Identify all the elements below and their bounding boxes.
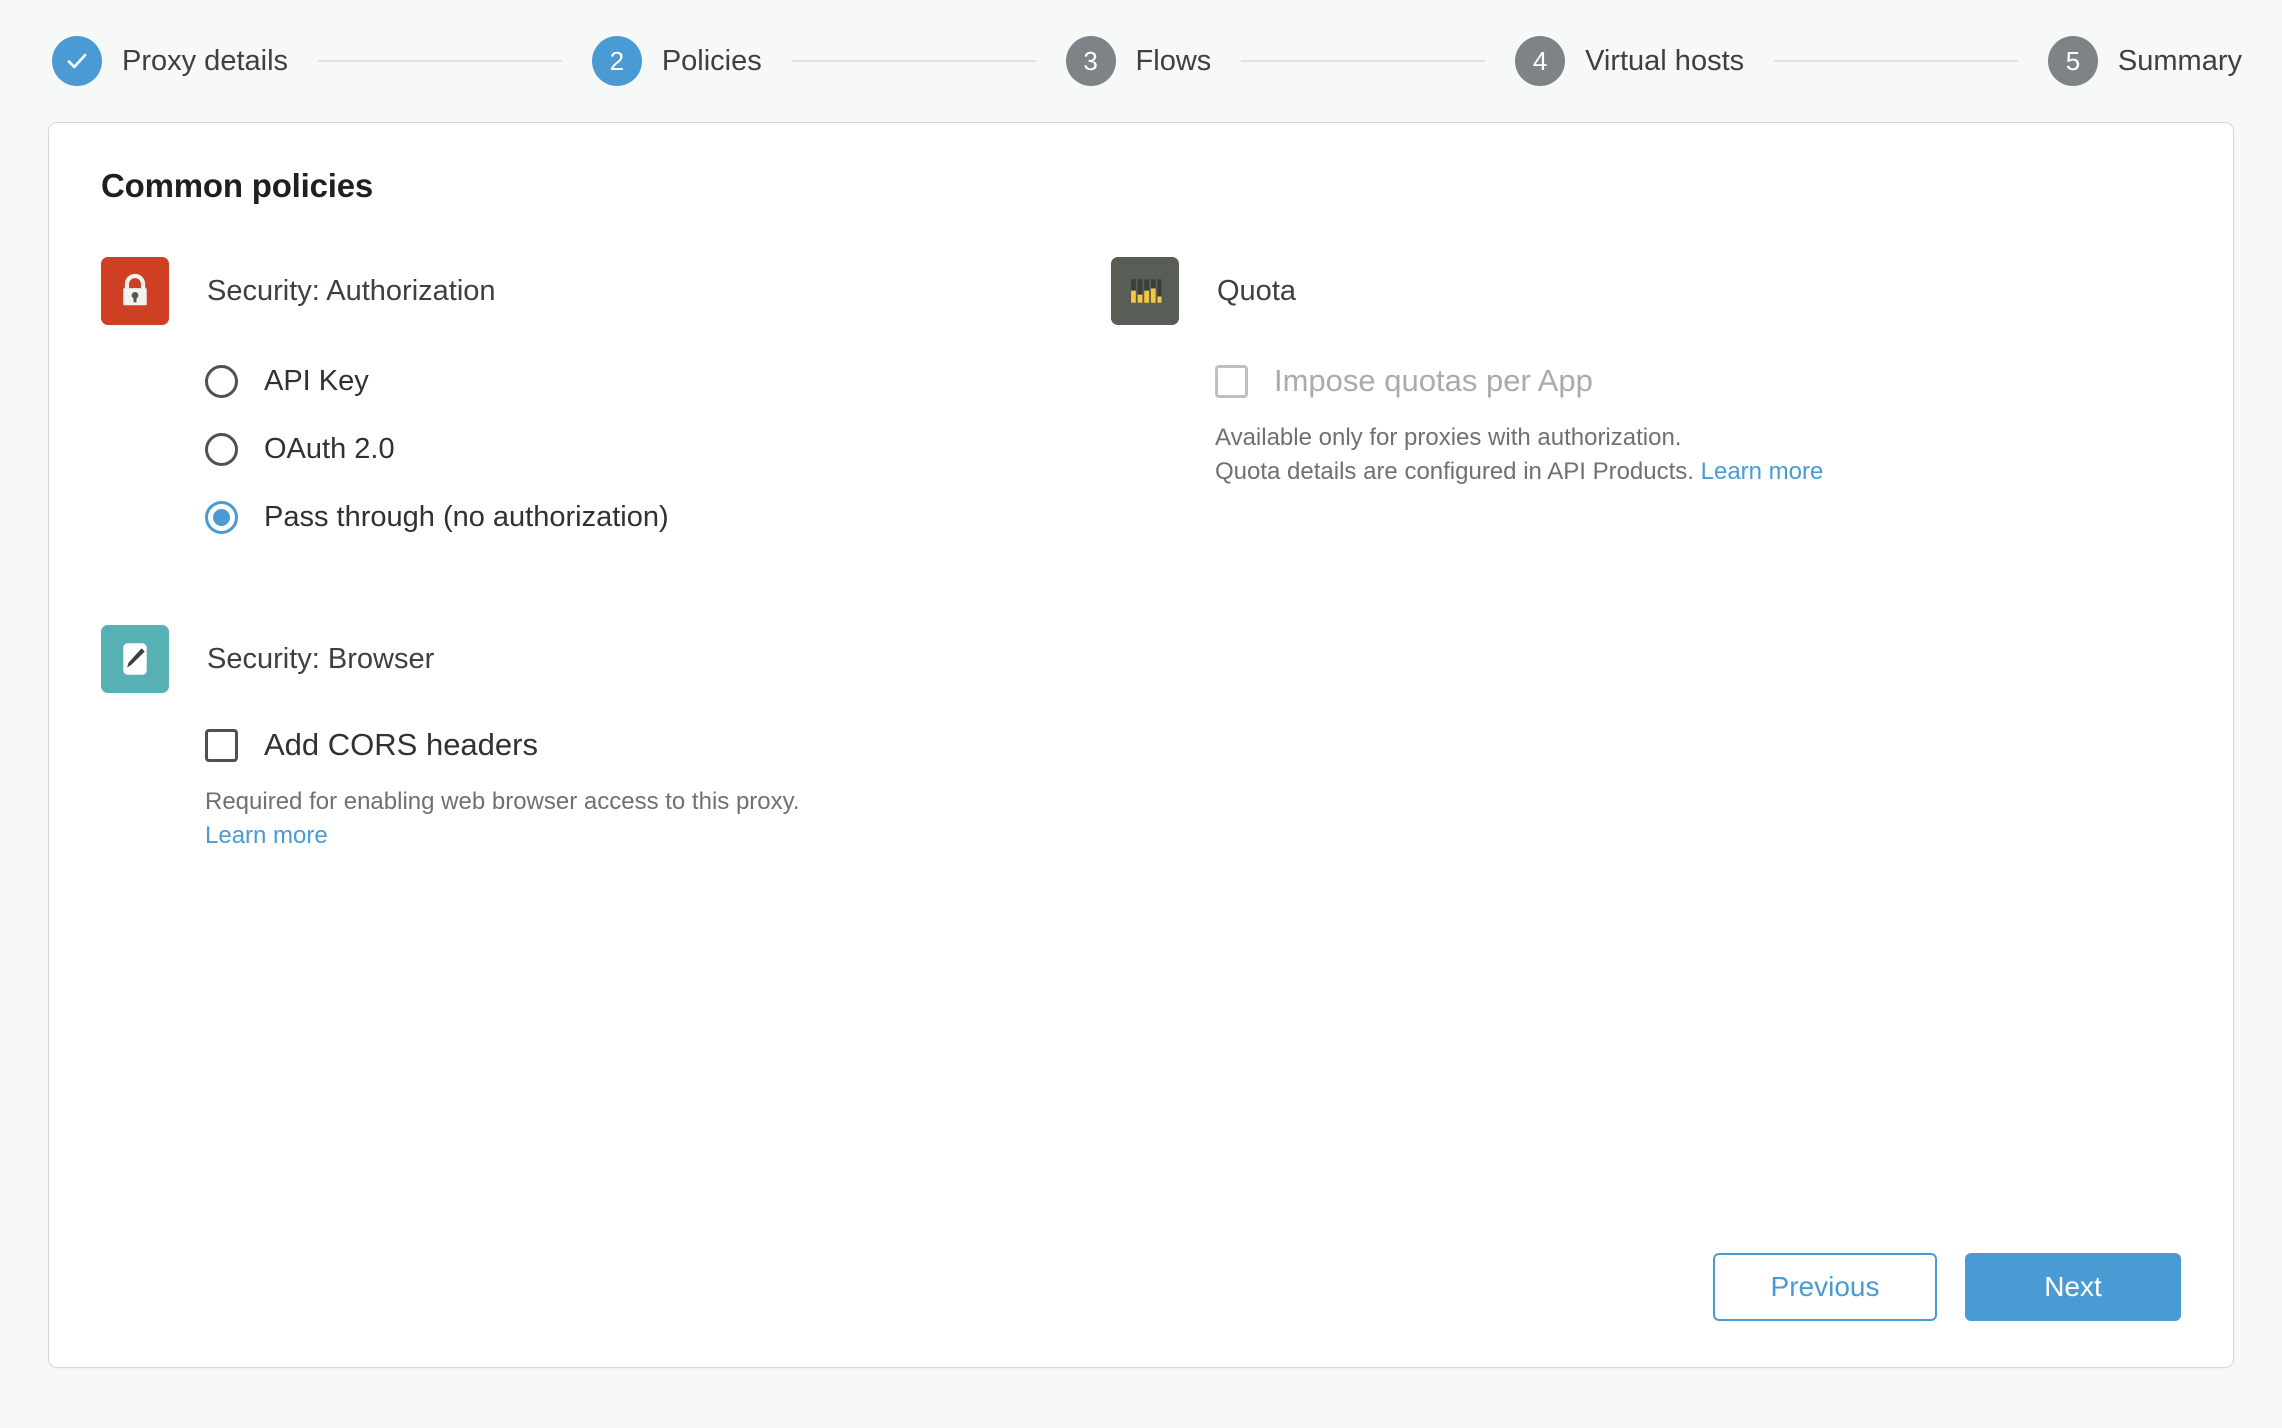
radio-label-oauth: OAuth 2.0 xyxy=(264,432,395,465)
quota-bars-icon xyxy=(1111,257,1179,325)
policy-header-quota: Quota xyxy=(1111,257,2181,325)
authorization-options: API Key OAuth 2.0 Pass through (no autho… xyxy=(101,347,1111,551)
step-label-flows: Flows xyxy=(1135,44,1212,77)
step-proxy-details[interactable]: Proxy details xyxy=(52,36,288,86)
checkbox-label-add-cors-headers: Add CORS headers xyxy=(264,727,538,762)
step-policies[interactable]: 2 Policies xyxy=(591,36,762,86)
radio-pass-through[interactable] xyxy=(205,500,238,534)
policy-quota: Quota Impose quotas per App Available on… xyxy=(1111,257,2181,489)
radio-label-api-key: API Key xyxy=(264,364,369,397)
policy-header-browser: Security: Browser xyxy=(101,625,1111,693)
step-badge-summary: 5 xyxy=(2047,36,2098,86)
quota-help-line-1: Available only for proxies with authoriz… xyxy=(1215,424,1682,451)
cors-help-line: Required for enabling web browser access… xyxy=(205,788,800,815)
lock-icon xyxy=(101,257,169,325)
radio-option-api-key[interactable]: API Key xyxy=(205,347,1111,415)
step-connector-1 xyxy=(318,60,562,62)
step-label-virtual-hosts: Virtual hosts xyxy=(1585,44,1745,77)
step-connector-3 xyxy=(1241,60,1486,62)
quota-options: Impose quotas per App Available only for… xyxy=(1111,351,2181,489)
policy-security-browser: Security: Browser Add CORS headers Requi… xyxy=(101,625,1111,853)
policies-card: Common policies Security: Authorization xyxy=(48,122,2234,1368)
checkbox-add-cors-headers[interactable] xyxy=(205,728,238,762)
step-summary[interactable]: 5 Summary xyxy=(2047,36,2242,86)
step-connector-4 xyxy=(1774,60,2018,62)
wizard-footer: Previous Next xyxy=(1713,1253,2181,1321)
step-badge-flows: 3 xyxy=(1065,36,1116,86)
previous-button[interactable]: Previous xyxy=(1713,1253,1937,1321)
radio-option-oauth[interactable]: OAuth 2.0 xyxy=(205,415,1111,483)
policies-columns: Security: Authorization API Key OAuth 2.… xyxy=(101,257,2181,927)
quota-help-text: Available only for proxies with authoriz… xyxy=(1215,421,2181,489)
cors-learn-more-link[interactable]: Learn more xyxy=(205,822,328,849)
policies-left-column: Security: Authorization API Key OAuth 2.… xyxy=(101,257,1111,927)
lock-icon-glyph xyxy=(123,273,147,306)
checkbox-row-impose-quotas[interactable]: Impose quotas per App xyxy=(1215,351,2181,411)
policy-name-quota: Quota xyxy=(1217,274,1296,307)
check-icon xyxy=(67,53,87,69)
step-virtual-hosts[interactable]: 4 Virtual hosts xyxy=(1515,36,1744,86)
step-connector-2 xyxy=(791,60,1036,62)
step-label-proxy-details: Proxy details xyxy=(122,44,289,77)
policy-name-browser: Security: Browser xyxy=(207,642,435,675)
checkbox-label-impose-quotas-per-app: Impose quotas per App xyxy=(1274,363,1593,398)
step-badge-virtual-hosts: 4 xyxy=(1515,36,1566,86)
radio-label-pass-through: Pass through (no authorization) xyxy=(264,500,669,533)
page-title: Common policies xyxy=(101,167,374,204)
browser-options: Add CORS headers Required for enabling w… xyxy=(101,715,1111,853)
step-label-summary: Summary xyxy=(2117,44,2242,77)
radio-option-pass-through[interactable]: Pass through (no authorization) xyxy=(205,483,1111,551)
cors-help-text: Required for enabling web browser access… xyxy=(205,785,1111,853)
quota-learn-more-link[interactable]: Learn more xyxy=(1701,458,1824,485)
quota-help-line-2: Quota details are configured in API Prod… xyxy=(1215,458,1694,486)
radio-oauth[interactable] xyxy=(205,432,238,466)
pencil-icon-glyph xyxy=(123,643,147,675)
policies-right-column: Quota Impose quotas per App Available on… xyxy=(1111,257,2181,927)
step-label-policies: Policies xyxy=(661,44,762,77)
policy-header-authorization: Security: Authorization xyxy=(101,257,1111,325)
checkbox-impose-quotas-per-app xyxy=(1215,364,1248,398)
policy-security-authorization: Security: Authorization API Key OAuth 2.… xyxy=(101,257,1111,551)
step-badge-proxy-details xyxy=(52,36,102,86)
next-button[interactable]: Next xyxy=(1965,1253,2181,1321)
wizard-stepper: Proxy details 2 Policies 3 Flows 4 Virtu… xyxy=(0,0,2282,122)
policy-name-authorization: Security: Authorization xyxy=(207,274,496,307)
step-flows[interactable]: 3 Flows xyxy=(1065,36,1212,86)
quota-bars-icon-glyph xyxy=(1131,279,1162,303)
radio-api-key[interactable] xyxy=(205,364,238,398)
step-badge-policies: 2 xyxy=(591,36,642,86)
checkbox-row-cors[interactable]: Add CORS headers xyxy=(205,715,1111,775)
pencil-icon xyxy=(101,625,169,693)
